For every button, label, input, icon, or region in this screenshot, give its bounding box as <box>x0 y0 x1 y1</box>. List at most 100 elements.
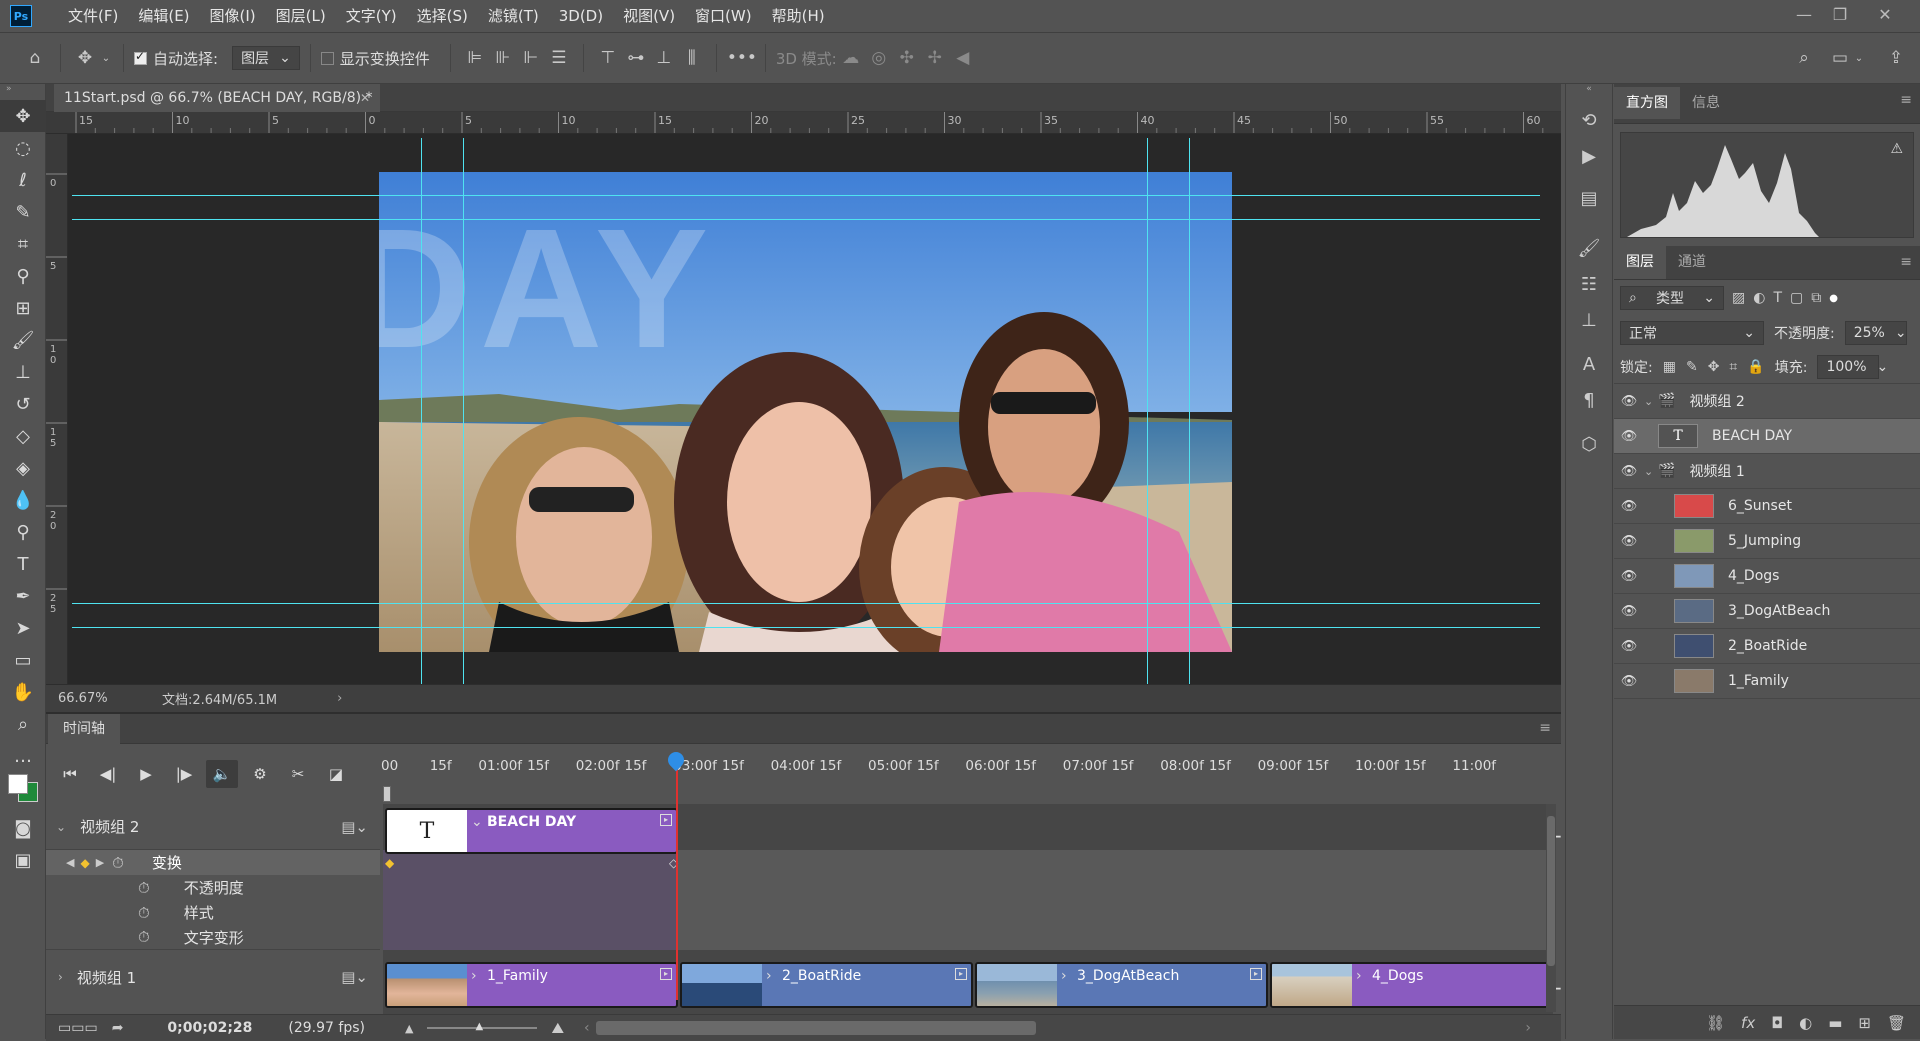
history-brush-icon[interactable]: ↺ <box>0 388 46 420</box>
visibility-eye-icon[interactable]: 👁 <box>1614 499 1644 514</box>
3d-slide-icon[interactable]: ✢ <box>921 48 949 68</box>
stopwatch-icon[interactable]: ⏱ <box>138 928 150 946</box>
close-tab-icon[interactable]: ✕ <box>360 84 370 112</box>
next-keyframe-icon[interactable]: ▶ <box>96 856 104 869</box>
collapse-icon[interactable]: « <box>1566 84 1612 102</box>
menu-type[interactable]: 文字(Y) <box>336 0 407 32</box>
tab-timeline[interactable]: 时间轴 <box>48 714 120 744</box>
zoom-tool-icon[interactable]: ⌕ <box>0 708 46 740</box>
tab-channels[interactable]: 通道 <box>1666 245 1718 279</box>
tab-layers[interactable]: 图层 <box>1614 245 1666 279</box>
guide-horizontal[interactable] <box>72 195 1540 196</box>
chevron-down-icon[interactable]: ⌄ <box>1852 53 1866 64</box>
layer-2-boatride[interactable]: 👁 2_BoatRide <box>1614 629 1920 664</box>
slider-thumb[interactable]: ▲ <box>475 1021 483 1032</box>
go-to-first-frame-icon[interactable]: ⏮ <box>54 760 86 788</box>
eraser-tool-icon[interactable]: ◇ <box>0 420 46 452</box>
collapse-icon[interactable]: » <box>0 84 45 100</box>
visibility-eye-icon[interactable]: 👁 <box>1614 639 1644 654</box>
paragraph-panel-icon[interactable]: ¶ <box>1566 382 1612 418</box>
stamp-tool-icon[interactable]: ⊥ <box>0 356 46 388</box>
visibility-eye-icon[interactable]: 👁 <box>1614 464 1644 479</box>
scroll-right-icon[interactable]: › <box>1525 1020 1531 1036</box>
chevron-down-icon[interactable]: ⌄ <box>56 820 66 834</box>
checkbox-checked-icon[interactable] <box>134 49 147 65</box>
stopwatch-icon[interactable]: ⏱ <box>138 879 150 897</box>
keyframe-diamond-icon[interactable]: ◆ <box>80 856 89 870</box>
split-scissors-icon[interactable]: ✂ <box>282 760 314 788</box>
clip-options-icon[interactable]: ▸ <box>660 968 672 980</box>
filter-type-icon[interactable]: T <box>1773 290 1782 306</box>
play-icon[interactable]: ▶ <box>130 760 162 788</box>
link-layers-icon[interactable]: ⛓ <box>1706 1014 1725 1032</box>
align-middle-icon[interactable]: ⊶ <box>622 48 650 68</box>
playhead-line[interactable] <box>676 760 678 1000</box>
more-options-icon[interactable]: ••• <box>727 48 757 68</box>
3d-scale-icon[interactable]: ◀ <box>949 48 977 68</box>
filter-image-icon[interactable]: ▨ <box>1732 290 1745 306</box>
filter-smart-object-icon[interactable]: ⧉ <box>1811 290 1821 306</box>
properties-panel-icon[interactable]: ▤ <box>1566 180 1612 216</box>
checkbox-unchecked-icon[interactable] <box>320 51 334 65</box>
clip-options-icon[interactable]: ▸ <box>955 968 967 980</box>
film-menu-icon[interactable]: ▤⌄ <box>341 968 368 986</box>
stopwatch-icon[interactable]: ⏱ <box>112 854 124 872</box>
screen-mode-icon[interactable]: ▣ <box>0 844 46 876</box>
zoom-level[interactable]: 66.67% <box>58 691 148 706</box>
layer-video-group-2[interactable]: 👁 ⌄ 🎬 视频组 2 <box>1614 384 1920 419</box>
distribute-icon[interactable]: ☰ <box>545 48 573 68</box>
character-panel-icon[interactable]: A <box>1566 346 1612 382</box>
timeline-ruler[interactable]: 00 15f 01:00f 15f 02:00f 15f 03:00f 15f 04:00f 15… <box>381 744 1553 804</box>
zoom-in-mountain-icon[interactable]: ⛰ <box>551 1019 564 1037</box>
video-group-2-header[interactable]: ⌄ 视频组 2 ▤⌄ <box>46 804 380 850</box>
chevron-down-icon[interactable]: ⌄ <box>1644 465 1658 478</box>
visibility-eye-icon[interactable]: 👁 <box>1614 534 1644 549</box>
menu-view[interactable]: 视图(V) <box>613 0 685 32</box>
filter-adjustment-icon[interactable]: ◐ <box>1753 290 1765 306</box>
tab-info[interactable]: 信息 <box>1680 87 1732 119</box>
film-menu-icon[interactable]: ▤⌄ <box>341 818 368 836</box>
next-frame-icon[interactable]: |▶ <box>168 760 200 788</box>
menu-window[interactable]: 窗口(W) <box>685 0 762 32</box>
layer-video-group-1[interactable]: 👁 ⌄ 🎬 视频组 1 <box>1614 454 1920 489</box>
actions-play-icon[interactable]: ▶ <box>1566 138 1612 174</box>
filter-kind-dropdown[interactable]: ⌕ 类型 ⌄ <box>1620 286 1724 310</box>
eyedropper-tool-icon[interactable]: ⚲ <box>0 260 46 292</box>
clip-options-icon[interactable]: ▸ <box>1250 968 1262 980</box>
chevron-right-icon[interactable]: › <box>58 970 63 984</box>
more-tools-icon[interactable]: … <box>0 740 46 772</box>
visibility-eye-icon[interactable]: 👁 <box>1614 569 1644 584</box>
chevron-down-icon[interactable]: ⌄ <box>1644 395 1658 408</box>
color-swatches[interactable] <box>0 772 45 812</box>
align-center-icon[interactable]: ⊪ <box>489 48 517 68</box>
layer-6-sunset[interactable]: 👁 6_Sunset <box>1614 489 1920 524</box>
move-tool-icon[interactable]: ✥ <box>71 48 99 68</box>
panel-menu-icon[interactable]: ≡ <box>1900 92 1912 108</box>
minimize-button[interactable]: — <box>1787 0 1821 28</box>
crop-tool-icon[interactable]: ⌗ <box>0 228 46 260</box>
share-icon[interactable]: ⇪ <box>1882 48 1910 68</box>
fill-field[interactable]: 100% ⌄ <box>1817 354 1888 379</box>
keyframe-diamond-icon[interactable]: ◆ <box>385 856 394 870</box>
settings-gear-icon[interactable]: ⚙ <box>244 760 276 788</box>
chevron-right-icon[interactable]: › <box>1356 968 1362 984</box>
align-top-icon[interactable]: ⊤ <box>594 48 622 68</box>
track-area[interactable]: ◆ ◇ T ⌄ BEACH DAY ▸ › 1_Family ▸ › 2_Boa… <box>383 804 1582 1014</box>
document-tab[interactable]: 11Start.psd @ 66.7% (BEACH DAY, RGB/8) *… <box>54 84 380 112</box>
layer-beach-day[interactable]: 👁 T BEACH DAY <box>1614 419 1920 454</box>
history-panel-icon[interactable]: ⟲ <box>1566 102 1612 138</box>
clone-source-icon[interactable]: ⊥ <box>1566 302 1612 338</box>
render-video-icon[interactable]: ➦ <box>112 1020 124 1036</box>
delete-layer-icon[interactable]: 🗑 <box>1887 1014 1906 1032</box>
zoom-out-mountain-icon[interactable]: ▲ <box>405 1022 413 1035</box>
video-group-1-header[interactable]: › 视频组 1 ▤⌄ <box>46 954 380 1000</box>
layer-4-dogs[interactable]: 👁 4_Dogs <box>1614 559 1920 594</box>
previous-frame-icon[interactable]: ◀| <box>92 760 124 788</box>
hand-tool-icon[interactable]: ✋ <box>0 676 46 708</box>
scroll-left-icon[interactable]: ‹ <box>584 1020 590 1036</box>
lock-pixels-icon[interactable]: ✎ <box>1686 359 1698 375</box>
visibility-eye-icon[interactable]: 👁 <box>1614 674 1644 689</box>
auto-select-dropdown[interactable]: 图层 ⌄ <box>232 46 300 70</box>
3d-panel-icon[interactable]: ⬡ <box>1566 426 1612 462</box>
type-tool-icon[interactable]: T <box>0 548 46 580</box>
